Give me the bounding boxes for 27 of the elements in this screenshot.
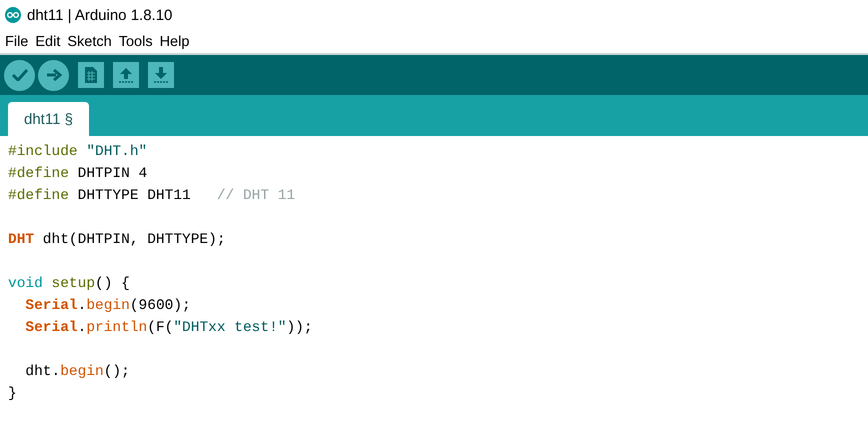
arrow-down-icon (153, 66, 169, 84)
upload-button[interactable] (38, 60, 69, 90)
infinity-logo-icon (5, 7, 21, 23)
arrow-up-icon (118, 66, 134, 84)
checkmark-icon (12, 69, 28, 81)
sketch-tab[interactable]: dht11 § (8, 102, 89, 136)
code-line: #include "DHT.h" (8, 143, 148, 162)
new-button[interactable] (78, 62, 104, 88)
code-line: DHT dht(DHTPIN, DHTTYPE); (8, 231, 227, 250)
code-line: void setup() { (8, 275, 131, 294)
window-title: dht11 | Arduino 1.8.10 (27, 6, 172, 24)
document-icon (84, 66, 98, 84)
code-line: #define DHTPIN 4 (8, 165, 148, 184)
code-line: Serial.begin(9600); (24, 297, 192, 316)
menu-item[interactable]: Edit (34, 34, 62, 50)
code-line: #define DHTTYPE DHT11 // DHT 11 (8, 187, 296, 206)
menu-item[interactable]: File (4, 34, 30, 50)
arrow-right-icon (46, 68, 62, 82)
menu-item[interactable]: Sketch (66, 34, 113, 50)
save-button[interactable] (148, 62, 174, 88)
verify-button[interactable] (4, 60, 35, 90)
open-button[interactable] (113, 62, 139, 88)
menu-item[interactable]: Help (158, 34, 190, 50)
code-line: Serial.println(F("DHTxx test!")); (24, 319, 314, 338)
code-line: } (8, 385, 18, 404)
menu-item[interactable]: Tools (118, 34, 154, 50)
code-line: dht.begin(); (24, 363, 131, 382)
